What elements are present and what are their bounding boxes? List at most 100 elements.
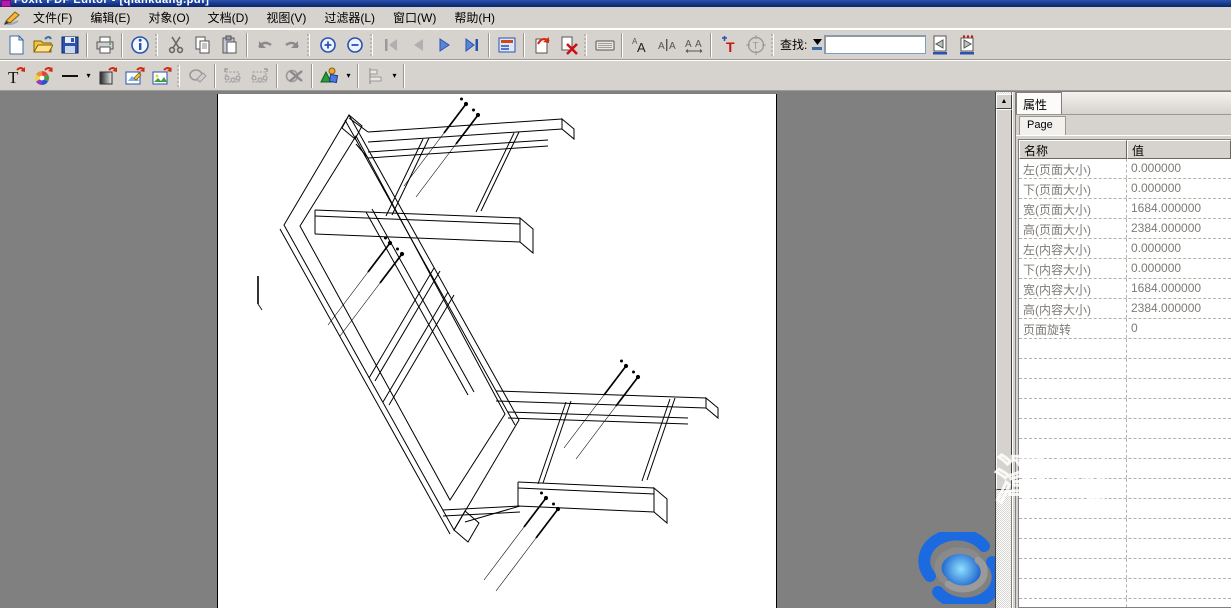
- image-tool-button[interactable]: [148, 63, 175, 89]
- next-page-button[interactable]: [431, 32, 458, 58]
- svg-text:A: A: [685, 39, 692, 50]
- delete-object-button[interactable]: [281, 63, 308, 89]
- menu-item-7[interactable]: 帮助(H): [445, 9, 504, 27]
- property-value[interactable]: 1684.000000: [1127, 199, 1231, 218]
- toolbar-grip[interactable]: [307, 34, 310, 56]
- grid-row[interactable]: 下(页面大小)0.000000: [1019, 179, 1231, 199]
- page-form-button[interactable]: [493, 32, 520, 58]
- prev-page-icon: [408, 35, 428, 55]
- find-prev-button[interactable]: [926, 32, 953, 58]
- title-bar[interactable]: Foxit PDF Editor - [qiankuang.pdf]: [0, 0, 1231, 7]
- grid-row[interactable]: 高(页面大小)2384.000000: [1019, 219, 1231, 239]
- property-value[interactable]: 0.000000: [1127, 159, 1231, 178]
- text-orientation-button[interactable]: T: [742, 32, 769, 58]
- delete-page-icon: [559, 35, 579, 55]
- shading-tool-button[interactable]: [94, 63, 121, 89]
- copy-button[interactable]: [189, 32, 216, 58]
- property-value[interactable]: 2384.000000: [1127, 299, 1231, 318]
- toolbar-grip[interactable]: [177, 65, 180, 87]
- property-value[interactable]: 0.000000: [1127, 239, 1231, 258]
- print-button[interactable]: [91, 32, 118, 58]
- add-text-button[interactable]: T: [715, 32, 742, 58]
- delete-x-icon: [285, 66, 305, 86]
- menu-item-5[interactable]: 过滤器(L): [315, 9, 384, 27]
- toolbar-grip[interactable]: [771, 34, 774, 56]
- cut-button[interactable]: [162, 32, 189, 58]
- svg-text:A: A: [658, 41, 665, 52]
- zoom-out-button[interactable]: [341, 32, 368, 58]
- paste-button[interactable]: [216, 32, 243, 58]
- menu-item-4[interactable]: 视图(V): [257, 9, 315, 27]
- delete-page-button[interactable]: [555, 32, 582, 58]
- text-tool-icon: T: [6, 66, 26, 86]
- properties-title-tab[interactable]: 属性: [1016, 92, 1062, 114]
- menu-item-1[interactable]: 编辑(E): [81, 9, 139, 27]
- prev-page-button[interactable]: [404, 32, 431, 58]
- properties-panel-header[interactable]: 属性: [1016, 92, 1231, 115]
- align-icon: [366, 66, 386, 86]
- toolbar-grip[interactable]: [370, 34, 373, 56]
- keyboard-button[interactable]: [591, 32, 618, 58]
- menu-item-6[interactable]: 窗口(W): [384, 9, 445, 27]
- property-value: [1127, 439, 1231, 458]
- color-tool-button[interactable]: [29, 63, 56, 89]
- grid-row[interactable]: 宽(页面大小)1684.000000: [1019, 199, 1231, 219]
- group-front-button[interactable]: [246, 63, 273, 89]
- last-page-button[interactable]: [458, 32, 485, 58]
- redo-button[interactable]: [278, 32, 305, 58]
- font-wide-button[interactable]: AA: [680, 32, 707, 58]
- save-button[interactable]: [56, 32, 83, 58]
- font-narrow-button[interactable]: AA: [653, 32, 680, 58]
- shapes-tool-button[interactable]: [316, 63, 343, 89]
- menu-item-0[interactable]: 文件(F): [24, 9, 81, 27]
- document-canvas[interactable]: ▲: [0, 92, 1012, 608]
- image-edit-tool-button[interactable]: [121, 63, 148, 89]
- line-tool-button[interactable]: [56, 63, 83, 89]
- tab-page[interactable]: Page: [1019, 116, 1066, 135]
- property-value: [1127, 519, 1231, 538]
- vertical-scrollbar[interactable]: ▲: [995, 92, 1011, 608]
- scroll-up-button[interactable]: ▲: [996, 94, 1012, 109]
- group-back-button[interactable]: [219, 63, 246, 89]
- scrollbar-thumb[interactable]: [996, 109, 1012, 490]
- grid-row[interactable]: 宽(内容大小)1684.000000: [1019, 279, 1231, 299]
- find-next-button[interactable]: [953, 32, 980, 58]
- grid-row[interactable]: 高(内容大小)2384.000000: [1019, 299, 1231, 319]
- property-value[interactable]: 1684.000000: [1127, 279, 1231, 298]
- open-button[interactable]: [29, 32, 56, 58]
- align-tool-dropdown[interactable]: ▾: [389, 64, 400, 88]
- grid-row[interactable]: 页面旋转0: [1019, 319, 1231, 339]
- grid-row[interactable]: 下(内容大小)0.000000: [1019, 259, 1231, 279]
- menu-item-3[interactable]: 文档(D): [199, 9, 258, 27]
- grid-row[interactable]: 左(内容大小)0.000000: [1019, 239, 1231, 259]
- property-value: [1127, 459, 1231, 478]
- property-value[interactable]: 2384.000000: [1127, 219, 1231, 238]
- rotate-page-button[interactable]: [528, 32, 555, 58]
- property-value[interactable]: 0: [1127, 319, 1231, 338]
- new-button[interactable]: [2, 32, 29, 58]
- toolbar-grip[interactable]: [584, 34, 587, 56]
- zoom-in-button[interactable]: [314, 32, 341, 58]
- first-page-button[interactable]: [377, 32, 404, 58]
- shapes-tool-dropdown[interactable]: ▾: [343, 64, 354, 88]
- property-value[interactable]: 0.000000: [1127, 259, 1231, 278]
- find-input[interactable]: [824, 35, 926, 54]
- find-options-dropdown[interactable]: [810, 34, 824, 56]
- text-tool-button[interactable]: T: [2, 63, 29, 89]
- document-info-button[interactable]: [126, 32, 153, 58]
- separator: [710, 33, 712, 57]
- grid-row[interactable]: 左(页面大小)0.000000: [1019, 159, 1231, 179]
- column-header-value[interactable]: 值: [1127, 140, 1231, 159]
- svg-text:A: A: [695, 39, 702, 50]
- menu-item-2[interactable]: 对象(O): [139, 9, 198, 27]
- toolbar-grip[interactable]: [155, 34, 158, 56]
- draw-ellipse-button[interactable]: [184, 63, 211, 89]
- align-tool-button[interactable]: [362, 63, 389, 89]
- undo-button[interactable]: [251, 32, 278, 58]
- property-name: 下(页面大小): [1019, 179, 1127, 198]
- font-style-button[interactable]: AA: [626, 32, 653, 58]
- property-value[interactable]: 0.000000: [1127, 179, 1231, 198]
- column-header-name[interactable]: 名称: [1019, 140, 1127, 159]
- line-tool-dropdown[interactable]: ▾: [83, 64, 94, 88]
- pdf-page[interactable]: [217, 94, 777, 608]
